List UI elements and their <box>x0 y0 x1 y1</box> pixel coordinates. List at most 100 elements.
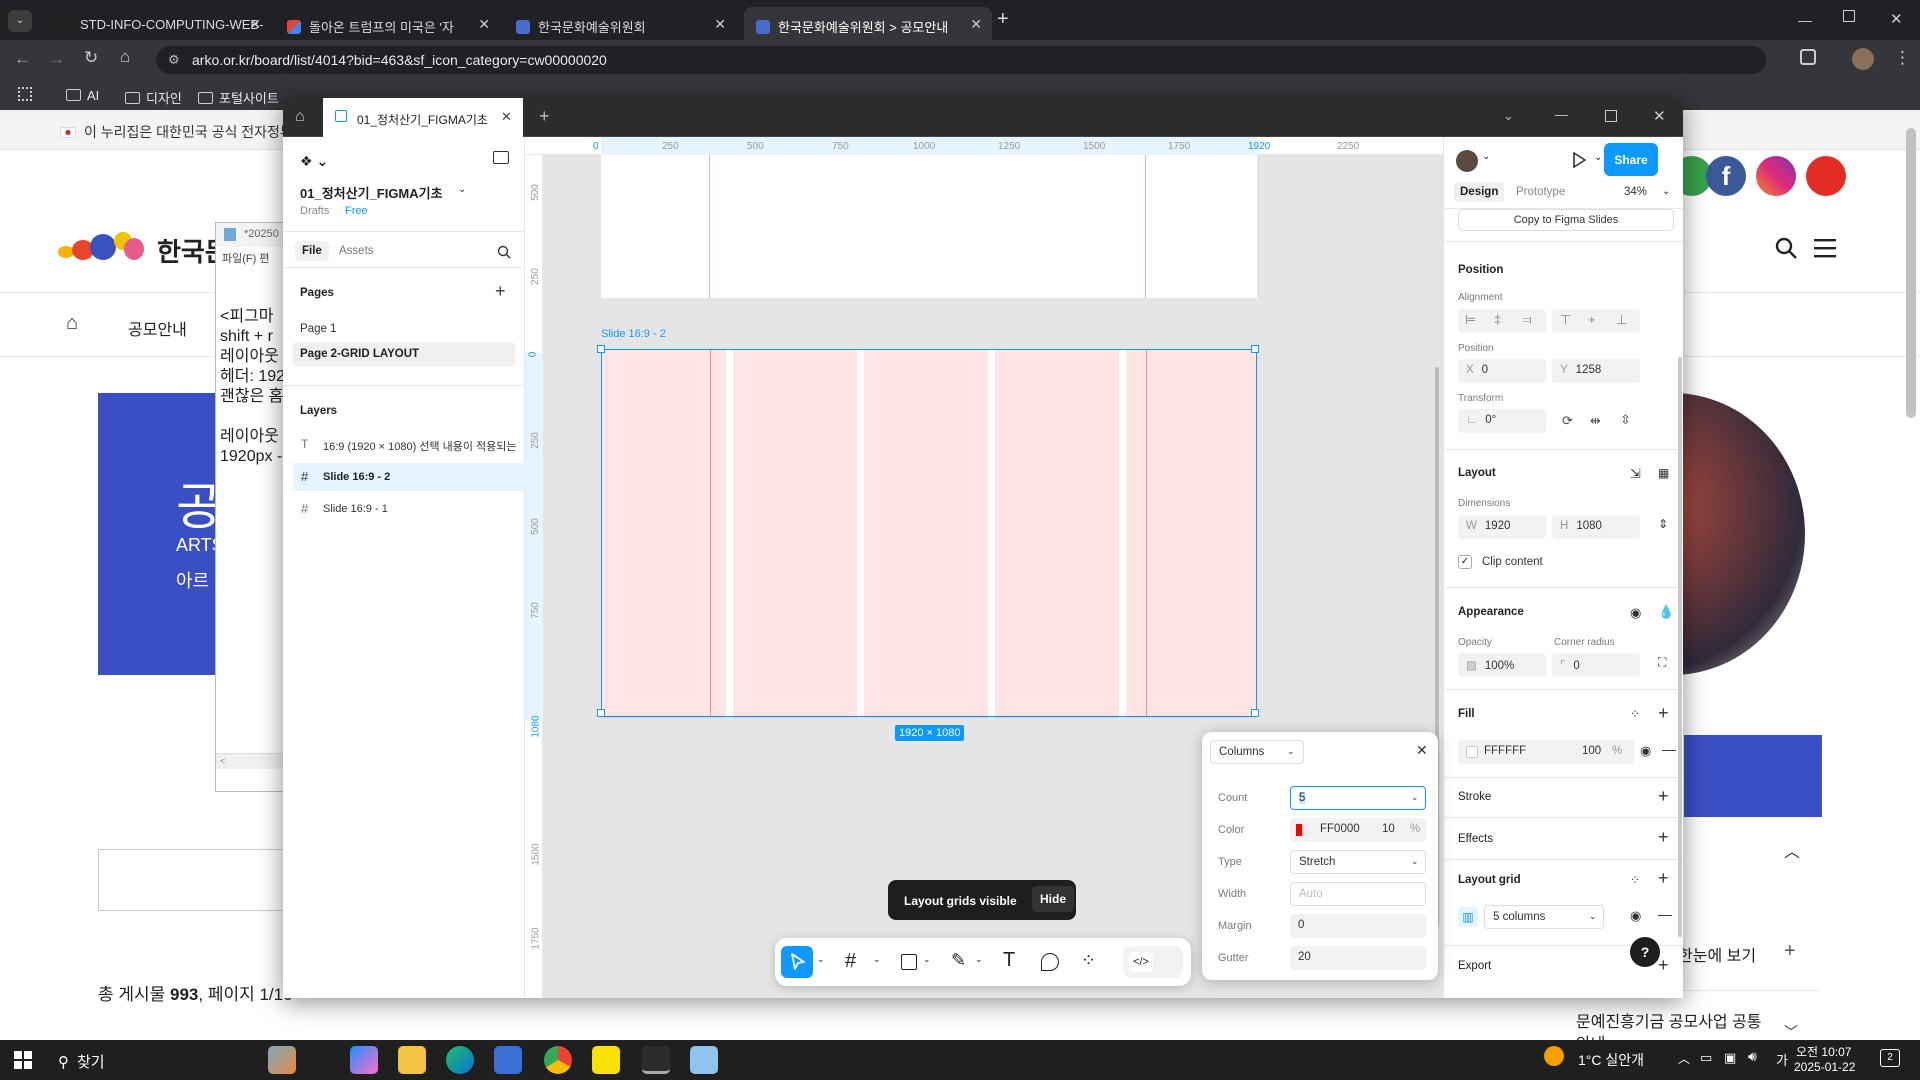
site-info-icon[interactable]: ⚙ <box>168 52 180 68</box>
weather-text[interactable]: 1°C 실안개 <box>1578 1050 1644 1070</box>
new-tab-button[interactable]: + <box>997 8 1009 31</box>
layer-item-selected[interactable]: # Slide 16:9 - 2 <box>293 463 525 491</box>
figma-menu-icon[interactable]: ❖ ⌄ <box>300 153 328 170</box>
move-tool-chevron-icon[interactable]: ⌄ <box>817 954 825 965</box>
assets-tab[interactable]: Assets <box>339 245 374 257</box>
close-tab-icon[interactable]: ✕ <box>501 109 512 125</box>
close-popup-icon[interactable]: ✕ <box>1416 742 1428 759</box>
file-explorer-icon[interactable] <box>398 1046 426 1074</box>
shape-tool-icon[interactable] <box>901 954 917 970</box>
tray-chevron-icon[interactable]: ︿ <box>1678 1050 1690 1067</box>
grid-color-swatch[interactable] <box>1296 824 1308 836</box>
kakaotalk-icon[interactable] <box>592 1046 620 1074</box>
browser-tab[interactable]: 돌아온 트럼프의 미국은 '자 ✕ <box>275 7 500 40</box>
present-play-icon[interactable] <box>1572 152 1586 168</box>
auto-layout-icon[interactable]: ⇲ <box>1630 466 1641 482</box>
taskbar-widget-icon[interactable] <box>268 1046 296 1074</box>
add-fill-icon[interactable]: + <box>1658 703 1669 724</box>
search-box[interactable] <box>98 849 298 911</box>
resize-handle[interactable] <box>1251 345 1259 353</box>
frame-tool-chevron-icon[interactable]: ⌄ <box>873 954 881 965</box>
volume-icon[interactable]: 🔊︎ <box>1748 1048 1757 1065</box>
grid-color-field[interactable]: FF0000 10 % <box>1290 818 1426 842</box>
layout-options-icon[interactable]: ▦ <box>1658 466 1669 480</box>
figma-taskbar-icon[interactable] <box>642 1046 670 1074</box>
actions-tool-icon[interactable]: ⁘ <box>1081 950 1096 971</box>
independent-corners-icon[interactable]: ⛶ <box>1658 655 1666 670</box>
facebook-icon[interactable]: f <box>1706 156 1746 196</box>
maximize-window-icon[interactable] <box>1605 110 1617 122</box>
bookmark-folder[interactable]: 포털사이트 <box>198 88 279 107</box>
figma-file-tab[interactable]: 01_정처산기_FIGMA기초 ✕ <box>323 98 523 137</box>
plan-badge[interactable]: Free <box>345 205 368 217</box>
shape-tool-chevron-icon[interactable]: ⌄ <box>923 954 931 965</box>
x-position-field[interactable]: X0 <box>1458 359 1546 383</box>
file-name-chevron-icon[interactable]: ⌄ <box>458 184 466 195</box>
expand-plus-icon[interactable]: + <box>1784 940 1796 963</box>
add-page-icon[interactable]: + <box>495 281 506 302</box>
fill-visibility-eye-icon[interactable]: ◉ <box>1640 743 1651 759</box>
minimize-window-icon[interactable]: — <box>1798 12 1812 28</box>
visibility-eye-icon[interactable]: ◉ <box>1630 605 1641 621</box>
rotate-icon[interactable]: ⟳ <box>1562 413 1573 429</box>
clock-date[interactable]: 2025-01-22 <box>1794 1060 1855 1074</box>
slide-frame-2[interactable] <box>597 345 1259 718</box>
share-button[interactable]: Share <box>1604 143 1658 176</box>
ime-indicator[interactable]: 가 <box>1776 1050 1788 1069</box>
grid-margin-input[interactable]: 0 <box>1290 914 1426 938</box>
align-top-icon[interactable]: ⊤ <box>1560 312 1571 328</box>
grid-visibility-eye-icon[interactable]: ◉ <box>1630 908 1641 924</box>
layer-item[interactable]: # Slide 16:9 - 1 <box>293 495 525 523</box>
page-item[interactable]: Page 1 <box>300 323 336 335</box>
clip-content-checkbox[interactable]: ✓ <box>1458 555 1472 569</box>
chrome-icon[interactable] <box>544 1046 572 1074</box>
close-window-icon[interactable]: ✕ <box>1890 10 1903 28</box>
restore-window-icon[interactable] <box>1843 10 1855 22</box>
align-right-icon[interactable]: ⫤ <box>1522 312 1532 328</box>
taskbar-search[interactable]: ⚲ 찾기 <box>58 1051 105 1072</box>
fill-swatch[interactable] <box>1466 746 1478 758</box>
copy-to-slides-button[interactable]: Copy to Figma Slides <box>1458 209 1674 231</box>
corner-radius-field[interactable]: ⌜ 0 <box>1552 653 1640 677</box>
add-export-icon[interactable]: + <box>1658 955 1669 976</box>
align-center-icon[interactable]: ‡ <box>1494 312 1501 327</box>
side-link[interactable]: 문예진흥기금 공모사업 공통 <box>1576 1008 1762 1032</box>
copilot-icon[interactable] <box>350 1046 378 1074</box>
resize-handle[interactable] <box>1251 709 1259 717</box>
flip-vertical-icon[interactable]: ⇳ <box>1620 412 1631 428</box>
weather-icon[interactable] <box>1544 1046 1564 1066</box>
edge-icon[interactable] <box>446 1046 474 1074</box>
fill-color-field[interactable]: FFFFFF 100 % <box>1458 740 1634 764</box>
comment-tool-icon[interactable] <box>1041 953 1059 971</box>
notepad-menu[interactable]: 파일(F) 편 <box>216 247 284 267</box>
expand-icon[interactable]: ﹀ <box>1784 1022 1798 1042</box>
tab-search-button[interactable]: ⌄ <box>8 10 32 32</box>
grid-type-dropdown[interactable]: Columns ⌄ <box>1210 740 1304 764</box>
align-left-icon[interactable]: ⊨ <box>1465 312 1476 328</box>
browser-tab-active[interactable]: 한국문화예술위원회 > 공모안내 ✕ <box>744 7 992 40</box>
drafts-label[interactable]: Drafts <box>300 205 329 217</box>
store-icon[interactable] <box>494 1046 522 1074</box>
y-position-field[interactable]: Y 1258 <box>1552 359 1640 383</box>
back-icon[interactable]: ← <box>14 49 31 69</box>
grid-gutter-input[interactable]: 20 <box>1290 946 1426 970</box>
grid-width-input[interactable]: Auto <box>1290 882 1426 906</box>
add-effect-icon[interactable]: + <box>1658 827 1669 848</box>
slide-frame-1[interactable] <box>601 155 1257 298</box>
new-tab-button[interactable]: + <box>539 106 550 127</box>
address-bar[interactable]: ⚙ arko.or.kr/board/list/4014?bid=463&sf_… <box>156 46 1766 74</box>
present-chevron-icon[interactable]: ⌄ <box>1594 152 1602 163</box>
grid-settings-button[interactable]: ▥ <box>1458 907 1478 927</box>
frame-label[interactable]: Slide 16:9 - 2 <box>601 328 666 340</box>
align-bottom-icon[interactable]: ⊥ <box>1616 312 1627 328</box>
file-tab[interactable]: File <box>295 241 329 261</box>
figma-home-icon[interactable]: ⌂ <box>295 108 305 126</box>
blend-mode-icon[interactable]: 💧 <box>1658 604 1674 620</box>
close-tab-icon[interactable]: ✕ <box>249 16 261 33</box>
notepad-window[interactable]: *20250 파일(F) 편 <피그마 shift + r 레이아웃 헤더: 192 괜… <box>215 222 285 792</box>
hamburger-menu-icon[interactable] <box>1814 238 1836 258</box>
grid-styles-icon[interactable]: ⁘ <box>1630 873 1640 887</box>
browser-tab[interactable]: 한국문화예술위원회 ✕ <box>504 7 736 40</box>
file-name[interactable]: 01_정처산기_FIGMA기초 <box>300 183 443 202</box>
fill-styles-icon[interactable]: ⁘ <box>1630 707 1640 721</box>
